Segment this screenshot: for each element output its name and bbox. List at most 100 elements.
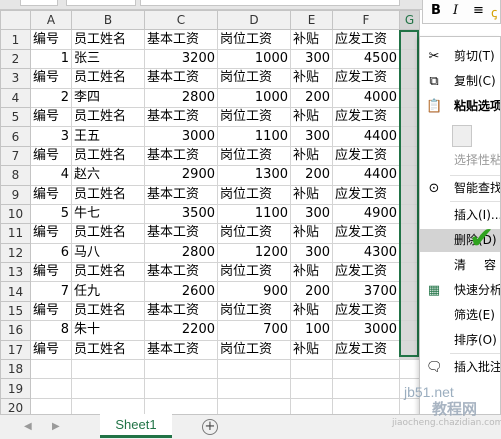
cell[interactable]: 岗位工资 [217, 184, 291, 205]
cell[interactable]: 4000 [332, 87, 400, 108]
cell[interactable]: 朱十 [71, 320, 145, 341]
cell[interactable] [399, 203, 420, 225]
cell[interactable]: 1100 [217, 203, 291, 225]
cell[interactable]: 员工姓名 [71, 29, 145, 50]
cell[interactable]: 7 [30, 281, 72, 302]
cell[interactable]: 补贴 [290, 223, 333, 244]
cell[interactable] [332, 378, 400, 399]
cell[interactable]: 员工姓名 [71, 223, 145, 244]
cell[interactable]: 4400 [332, 126, 400, 147]
cell[interactable]: 基本工资 [144, 29, 218, 50]
cell[interactable]: 岗位工资 [217, 68, 291, 89]
cell[interactable] [399, 48, 420, 70]
cell[interactable] [332, 359, 400, 380]
cell[interactable]: 2900 [144, 165, 218, 186]
cell[interactable]: 应发工资 [332, 223, 400, 244]
cell[interactable]: 补贴 [290, 145, 333, 167]
cell[interactable]: 4 [30, 165, 72, 186]
paste-option-icon[interactable] [452, 125, 472, 147]
cell[interactable]: 3200 [144, 48, 218, 70]
row-header[interactable]: 17 [0, 339, 31, 361]
worksheet-grid[interactable]: ABCDEFG 1 编号 员工姓名 基本工资 岗位工资 补贴 应发工资 2 1 张三 3200 100… [0, 9, 420, 419]
cell[interactable]: 编号 [30, 223, 72, 244]
cell[interactable]: 赵六 [71, 165, 145, 186]
cell[interactable]: 王五 [71, 126, 145, 147]
cell[interactable]: 900 [217, 281, 291, 302]
row-header[interactable]: 13 [0, 262, 31, 283]
row-header[interactable]: 10 [0, 203, 31, 225]
add-sheet-button[interactable]: + [202, 419, 218, 435]
cell[interactable]: 任九 [71, 281, 145, 302]
menu-sort[interactable]: 排序(O) [420, 329, 500, 352]
cell[interactable]: 3500 [144, 203, 218, 225]
cell[interactable]: 4400 [332, 165, 400, 186]
row-header[interactable]: 14 [0, 281, 31, 302]
cell[interactable]: 应发工资 [332, 262, 400, 283]
cell[interactable]: 补贴 [290, 262, 333, 283]
cell[interactable]: 岗位工资 [217, 300, 291, 322]
cell[interactable] [399, 223, 420, 244]
cell[interactable]: 3000 [144, 126, 218, 147]
cell[interactable]: 编号 [30, 339, 72, 361]
cell[interactable]: 1000 [217, 87, 291, 108]
cell[interactable]: 补贴 [290, 68, 333, 89]
cell[interactable]: 编号 [30, 300, 72, 322]
cell[interactable]: 员工姓名 [71, 68, 145, 89]
row-header[interactable]: 7 [0, 145, 31, 167]
cell[interactable]: 应发工资 [332, 29, 400, 50]
cell[interactable]: 2200 [144, 320, 218, 341]
column-header-b[interactable]: B [71, 9, 145, 31]
cell[interactable]: 300 [290, 242, 333, 264]
cell[interactable]: 员工姓名 [71, 300, 145, 322]
menu-insert-comment[interactable]: 🗨 插入批注 [420, 356, 500, 379]
row-header[interactable]: 12 [0, 242, 31, 264]
bold-button[interactable]: B [431, 3, 441, 18]
cell[interactable]: 编号 [30, 184, 72, 205]
cell[interactable]: 编号 [30, 106, 72, 128]
cell[interactable] [399, 242, 420, 264]
cell[interactable]: 基本工资 [144, 262, 218, 283]
cell[interactable] [399, 68, 420, 89]
cell[interactable]: 1100 [217, 126, 291, 147]
cell[interactable]: 300 [290, 126, 333, 147]
cell[interactable] [399, 29, 420, 50]
cell[interactable]: 4900 [332, 203, 400, 225]
cell[interactable]: 2600 [144, 281, 218, 302]
cell[interactable] [290, 378, 333, 399]
cell[interactable]: 8 [30, 320, 72, 341]
cell[interactable] [30, 378, 72, 399]
cell[interactable]: 补贴 [290, 300, 333, 322]
cell[interactable]: 补贴 [290, 339, 333, 361]
cell[interactable] [399, 339, 420, 361]
cell[interactable] [30, 359, 72, 380]
cell[interactable]: 2800 [144, 87, 218, 108]
row-header[interactable]: 1 [0, 29, 31, 50]
cell[interactable] [144, 378, 218, 399]
column-header-c[interactable]: C [144, 9, 218, 31]
cell[interactable] [290, 359, 333, 380]
row-header[interactable]: 3 [0, 68, 31, 89]
italic-button[interactable]: I [453, 3, 458, 18]
select-all-corner[interactable] [0, 9, 31, 31]
cell[interactable]: 基本工资 [144, 145, 218, 167]
cell[interactable] [399, 145, 420, 167]
cell[interactable]: 岗位工资 [217, 223, 291, 244]
column-header-g[interactable]: G [399, 9, 420, 31]
sheet-tab-sheet1[interactable]: Sheet1 [100, 414, 172, 438]
cell[interactable] [399, 320, 420, 341]
cell[interactable]: 岗位工资 [217, 262, 291, 283]
cell[interactable]: 李四 [71, 87, 145, 108]
cell[interactable]: 马八 [71, 242, 145, 264]
cell[interactable]: 员工姓名 [71, 106, 145, 128]
cell[interactable]: 2800 [144, 242, 218, 264]
name-box[interactable] [20, 0, 58, 6]
cell[interactable]: 员工姓名 [71, 184, 145, 205]
cell[interactable]: 700 [217, 320, 291, 341]
row-header[interactable]: 18 [0, 359, 31, 380]
cell[interactable]: 4300 [332, 242, 400, 264]
cell[interactable] [399, 87, 420, 108]
cell[interactable]: 员工姓名 [71, 145, 145, 167]
cell[interactable]: 3000 [332, 320, 400, 341]
cell[interactable]: 应发工资 [332, 106, 400, 128]
align-icon[interactable]: ≡ [473, 3, 484, 18]
